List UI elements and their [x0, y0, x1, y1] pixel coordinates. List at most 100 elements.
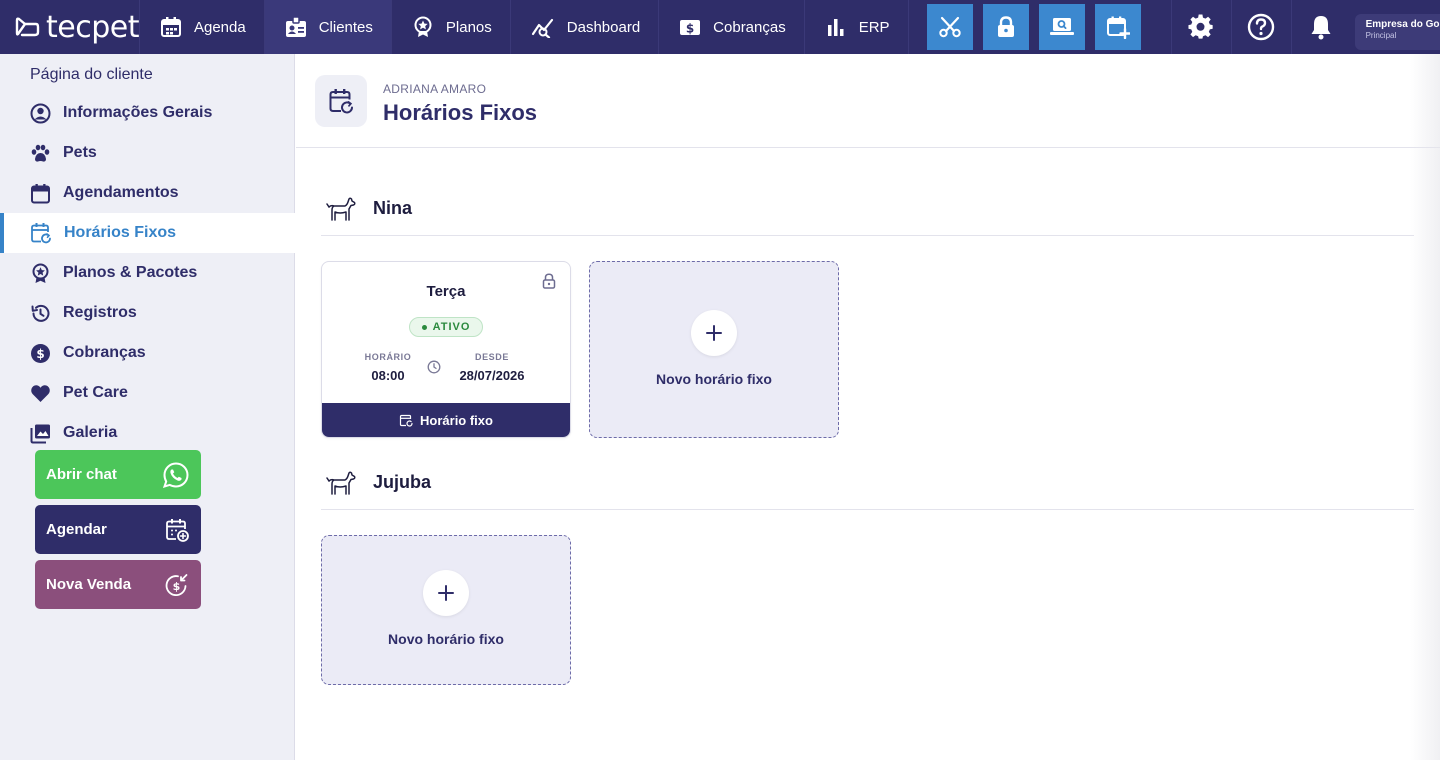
dollar-circle-icon: $: [31, 343, 50, 363]
fixed-schedule-footer[interactable]: Horário fixo: [322, 403, 570, 437]
dollar-icon: $: [680, 20, 701, 36]
calendar-repeat-icon: [31, 223, 51, 244]
user-circle-icon: [30, 103, 51, 123]
lock-icon: [997, 16, 1014, 37]
scissors-icon: [938, 16, 961, 38]
sidebar-item-registros[interactable]: Registros: [0, 293, 295, 333]
clock-icon: [427, 360, 441, 374]
time-label: HORÁRIO: [364, 352, 412, 362]
tecpet-logo-icon: [15, 17, 40, 37]
page-title: Horários Fixos: [383, 100, 538, 125]
plus-icon-wrap: [691, 310, 737, 356]
brand-logo[interactable]: tecpet: [0, 0, 140, 54]
quick-tools: [926, 0, 1141, 54]
nav-dashboard-label: Dashboard: [566, 18, 641, 36]
company-name: Empresa do Gomes: [1365, 19, 1440, 30]
help-icon: [1247, 13, 1275, 41]
time-value: 08:00: [371, 368, 405, 383]
sidebar-item-pets[interactable]: Pets: [0, 133, 295, 173]
sidebar-item-galeria[interactable]: Galeria: [0, 413, 295, 453]
nav-cobrancas-label: Cobranças: [713, 18, 786, 36]
sidebar-item-label: Pets: [63, 144, 97, 161]
sidebar-item-label: Galeria: [63, 424, 118, 441]
sidebar-item-cobrancas[interactable]: $ Cobranças: [0, 333, 295, 373]
money-refresh-icon: $: [165, 573, 188, 596]
help-button[interactable]: [1230, 0, 1291, 54]
clock-icon-wrap: [427, 360, 441, 379]
header-icon-box: [315, 75, 367, 127]
sidebar-item-horarios-fixos[interactable]: Horários Fixos: [0, 213, 295, 253]
fixed-schedule-card[interactable]: Terça ATIVO HORÁRIO 08:00 DESDE 28/07/20…: [321, 261, 571, 438]
calendar-icon: [31, 183, 50, 203]
pet-section-header: Nina: [321, 182, 1414, 236]
dog-icon: [326, 471, 356, 495]
gallery-icon: [30, 424, 50, 443]
calendar-plus-icon: [1106, 16, 1130, 39]
svg-text:$: $: [36, 347, 44, 361]
bar-chart-icon: [827, 19, 844, 36]
company-selector[interactable]: Empresa do Gomes Principal: [1354, 14, 1440, 50]
heart-icon: [31, 384, 50, 402]
open-chat-button[interactable]: Abrir chat: [35, 450, 201, 499]
brand-name: tecpet: [46, 9, 139, 45]
plus-icon-wrap: [423, 570, 469, 616]
client-sidebar: Página do cliente Informações Gerais Pet…: [0, 54, 295, 760]
pet-name: Jujuba: [373, 472, 432, 492]
new-appointment-tool-button[interactable]: [1094, 4, 1141, 50]
nav-erp[interactable]: ERP: [805, 0, 909, 54]
open-chat-label: Abrir chat: [46, 466, 117, 483]
svg-text:$: $: [173, 580, 181, 593]
schedule-day: Terça: [426, 283, 466, 300]
lock-tool-button[interactable]: [982, 4, 1029, 50]
laptop-tool-button[interactable]: [1038, 4, 1085, 50]
nav-dashboard[interactable]: Dashboard: [511, 0, 660, 54]
fixed-schedule-footer-label: Horário fixo: [420, 412, 493, 428]
notifications-button[interactable]: [1290, 0, 1351, 54]
settings-button[interactable]: [1170, 0, 1231, 54]
calendar-add-icon: [166, 518, 189, 542]
sidebar-item-informacoes-gerais[interactable]: Informações Gerais: [0, 93, 295, 133]
lock-icon: [542, 273, 556, 289]
new-fixed-schedule-button[interactable]: Novo horário fixo: [321, 535, 571, 685]
nav-planos-label: Planos: [445, 18, 492, 36]
sidebar-item-label: Informações Gerais: [63, 104, 213, 121]
since-label: DESDE: [474, 352, 509, 362]
chart-line-icon: [531, 18, 553, 38]
client-name: ADRIANA AMARO: [383, 82, 487, 96]
nav-cobrancas[interactable]: $ Cobranças: [659, 0, 805, 54]
sidebar-item-label: Pet Care: [63, 384, 128, 401]
pet-name: Nina: [373, 198, 413, 218]
status-badge: ATIVO: [409, 317, 483, 337]
paw-icon: [31, 144, 50, 162]
sidebar-item-label: Horários Fixos: [64, 224, 177, 241]
whatsapp-icon: [162, 461, 189, 488]
grooming-tool-button[interactable]: [926, 4, 973, 50]
plus-icon: [438, 585, 454, 601]
nav-clientes[interactable]: Clientes: [264, 0, 392, 54]
sidebar-item-agendamentos[interactable]: Agendamentos: [0, 173, 295, 213]
new-fixed-schedule-label: Novo horário fixo: [388, 631, 504, 647]
sidebar-item-label: Planos & Pacotes: [63, 264, 198, 281]
client-card-icon: [285, 16, 306, 37]
calendar-repeat-icon: [399, 414, 413, 427]
new-sale-button[interactable]: Nova Venda $: [35, 560, 201, 609]
history-icon: [31, 304, 50, 322]
new-fixed-schedule-button[interactable]: Novo horário fixo: [589, 261, 839, 438]
nav-clientes-label: Clientes: [318, 18, 373, 36]
ribbon-icon: [414, 16, 432, 37]
since-value: 28/07/2026: [459, 368, 525, 383]
svg-text:$: $: [686, 22, 694, 36]
sidebar-item-pet-care[interactable]: Pet Care: [0, 373, 295, 413]
gear-icon: [1188, 14, 1213, 39]
new-fixed-schedule-label: Novo horário fixo: [656, 371, 772, 387]
nav-planos[interactable]: Planos: [392, 0, 511, 54]
status-label: ATIVO: [432, 321, 471, 333]
lock-button[interactable]: [542, 273, 556, 294]
sidebar-item-label: Cobranças: [63, 344, 146, 361]
nav-erp-label: ERP: [858, 18, 890, 36]
sidebar-item-planos-pacotes[interactable]: Planos & Pacotes: [0, 253, 295, 293]
page-header: ADRIANA AMARO Horários Fixos: [296, 54, 1440, 148]
nav-agenda[interactable]: Agenda: [140, 0, 265, 54]
schedule-button[interactable]: Agendar: [35, 505, 201, 554]
bell-icon: [1311, 16, 1331, 40]
